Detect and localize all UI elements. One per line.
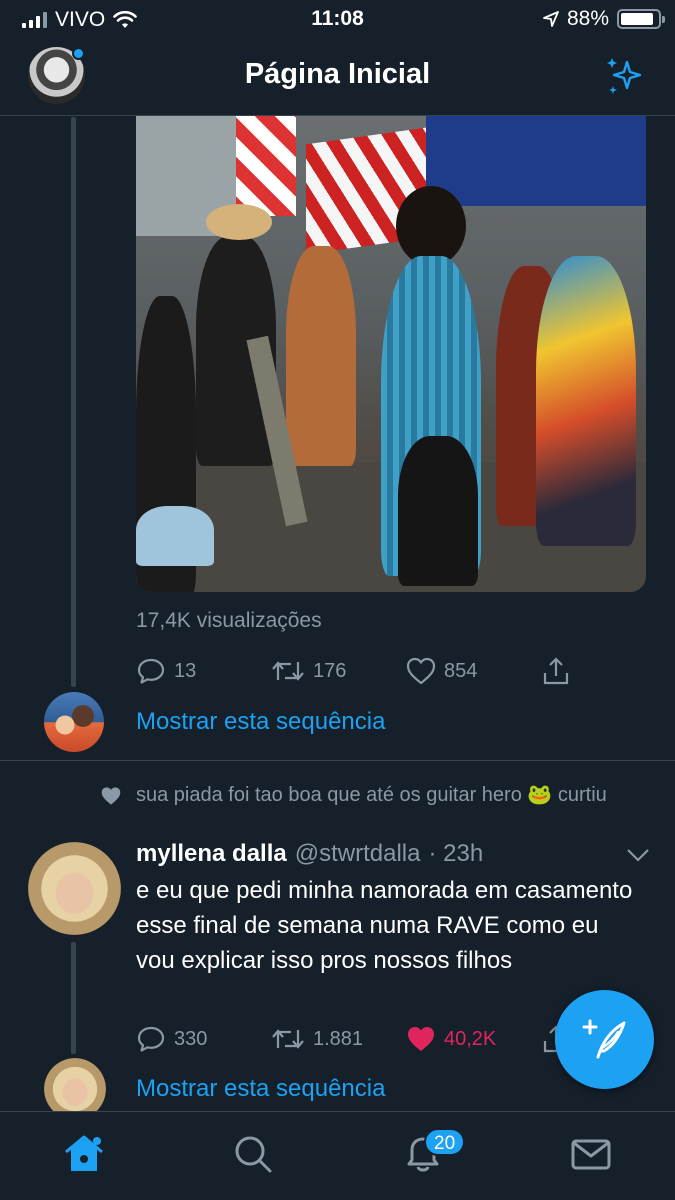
tweet-header: myllena dalla @stwrtdalla · 23h: [136, 840, 483, 868]
heart-icon: [406, 657, 436, 685]
heart-filled-icon: [408, 1027, 434, 1051]
person: [536, 256, 636, 546]
top-header: Página Inicial: [0, 38, 675, 116]
scene-blue-tarp: [426, 116, 646, 206]
reply-button[interactable]: 13: [136, 656, 271, 686]
tweet-actions: 13 176 854: [136, 656, 606, 686]
share-icon: [543, 657, 569, 685]
author-name[interactable]: myllena dalla: [136, 840, 287, 868]
like-button[interactable]: 854: [406, 657, 541, 685]
compose-tweet-button[interactable]: [555, 990, 654, 1089]
like-count: 854: [444, 659, 478, 682]
thread-avatar[interactable]: [44, 692, 104, 752]
retweet-button[interactable]: 176: [271, 656, 406, 686]
chevron-down-icon[interactable]: [626, 848, 650, 862]
retweet-icon: [272, 661, 304, 681]
show-thread-link[interactable]: Mostrar esta sequência: [136, 1075, 385, 1103]
compose-feather-icon: [582, 1019, 625, 1058]
person-legs: [398, 436, 478, 586]
status-right: 88%: [543, 7, 665, 31]
social-context[interactable]: sua piada foi tao boa que até os guitar …: [136, 781, 636, 809]
tweet-time: · 23h: [428, 840, 484, 867]
reply-icon: [137, 1026, 165, 1052]
person-head: [396, 186, 466, 266]
tweet-video[interactable]: [136, 116, 646, 592]
thread-line: [71, 117, 76, 687]
retweet-count: 1.881: [313, 1027, 364, 1050]
reply-count: 330: [174, 1027, 208, 1050]
bottom-tab-bar: [0, 1111, 675, 1200]
person-shorts: [136, 506, 214, 566]
search-icon[interactable]: [231, 1132, 275, 1176]
battery-percent: 88%: [566, 7, 609, 30]
like-count: 40,2K: [444, 1027, 497, 1050]
retweet-count: 176: [313, 659, 347, 682]
reply-count: 13: [174, 659, 197, 682]
reply-icon: [137, 658, 165, 684]
like-button[interactable]: 40,2K: [406, 1025, 541, 1053]
share-button[interactable]: [541, 656, 571, 686]
retweet-icon: [272, 1029, 304, 1049]
tweet-text: e eu que pedi minha namorada em casament…: [136, 877, 633, 974]
status-bar: VIVO 11:08 88%: [0, 0, 675, 38]
mail-icon[interactable]: [569, 1132, 613, 1176]
view-count: 17,4K visualizações: [136, 609, 322, 632]
location-arrow-icon: [543, 11, 559, 27]
battery-icon: [617, 9, 665, 29]
notifications-badge: 20: [424, 1128, 466, 1156]
page-title: Página Inicial: [244, 58, 431, 90]
author-avatar[interactable]: [28, 842, 121, 935]
battery-fill: [621, 13, 653, 25]
home-icon[interactable]: [62, 1132, 106, 1176]
thread-line: [71, 942, 76, 1054]
hat: [206, 204, 272, 240]
tweet-actions: 330 1.881 40,2K: [136, 1024, 606, 1054]
tweet-divider: [0, 760, 675, 761]
author-handle[interactable]: @stwrtdalla: [295, 840, 421, 868]
sparkle-icon[interactable]: [603, 54, 647, 98]
person: [286, 246, 356, 466]
liked-by-heart-icon: [101, 787, 121, 805]
retweet-button[interactable]: 1.881: [271, 1024, 406, 1054]
scene-tent: [236, 116, 296, 216]
show-thread-link[interactable]: Mostrar esta sequência: [136, 708, 385, 736]
reply-button[interactable]: 330: [136, 1024, 271, 1054]
